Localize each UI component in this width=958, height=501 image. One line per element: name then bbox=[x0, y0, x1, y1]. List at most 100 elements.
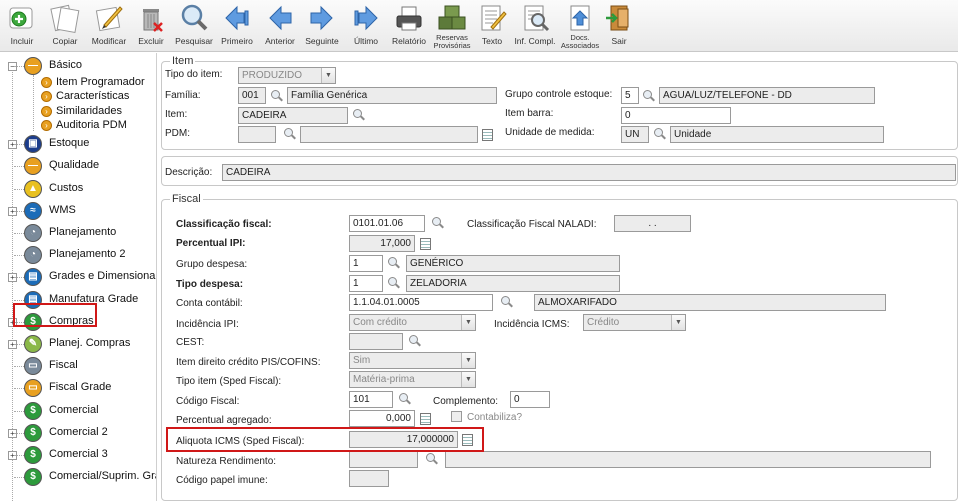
info-icon bbox=[520, 3, 550, 33]
agregado-note-icon[interactable] bbox=[420, 413, 431, 425]
familia-search-icon[interactable] bbox=[270, 89, 284, 103]
sidebar-item-comercial[interactable]: $ Comercial bbox=[0, 400, 156, 422]
classificacao-field[interactable]: 0101.01.06 bbox=[349, 215, 425, 232]
chevron-down-icon: ▼ bbox=[461, 372, 475, 387]
sidebar-item-comercial-3[interactable]: + $ Comercial 3 bbox=[0, 444, 156, 466]
copiar-button[interactable]: Copiar bbox=[48, 3, 82, 51]
printer-icon bbox=[394, 3, 424, 33]
sidebar-subitem-auditoria-pdm[interactable]: › Auditoria PDM bbox=[0, 119, 156, 133]
incidencia-ipi-select[interactable]: Com crédito ▼ bbox=[349, 314, 476, 331]
natureza-search-icon[interactable] bbox=[425, 452, 439, 466]
complemento-field[interactable]: 0 bbox=[510, 391, 550, 408]
pdm-code-field[interactable] bbox=[238, 126, 276, 143]
naladi-field[interactable]: . . bbox=[614, 215, 691, 232]
conta-contabil-search-icon[interactable] bbox=[500, 295, 514, 309]
incidencia-icms-select[interactable]: Crédito ▼ bbox=[583, 314, 686, 331]
arrow-right-icon: › bbox=[41, 91, 52, 103]
cest-field[interactable] bbox=[349, 333, 403, 350]
tipo-despesa-search-icon[interactable] bbox=[387, 276, 401, 290]
pdm-note-icon[interactable] bbox=[482, 129, 493, 141]
grupo-despesa-desc-field: GENÉRICO bbox=[406, 255, 620, 272]
unidade-code-field[interactable]: UN bbox=[621, 126, 649, 143]
chevron-down-icon: ▼ bbox=[461, 315, 475, 330]
sidebar-item-planej-compras[interactable]: + ✎ Planej. Compras bbox=[0, 333, 156, 355]
pesquisar-button[interactable]: Pesquisar bbox=[174, 3, 214, 51]
unidade-desc-field: Unidade bbox=[670, 126, 884, 143]
sidebar-item-label: Planejamento bbox=[49, 226, 117, 238]
add-icon bbox=[7, 3, 37, 33]
sidebar-item-planejamento[interactable]: ◔ Planejamento bbox=[0, 222, 156, 244]
sidebar-item-comercial-suprim-grade[interactable]: $ Comercial/Suprim. Grade bbox=[0, 466, 156, 488]
sidebar-item-planejamento-2[interactable]: ◔ Planejamento 2 bbox=[0, 244, 156, 266]
grupo-search-icon[interactable] bbox=[642, 89, 656, 103]
previous-icon bbox=[265, 3, 295, 33]
chevron-down-icon: ▼ bbox=[321, 68, 335, 83]
item-search-icon[interactable] bbox=[352, 108, 366, 122]
item-field[interactable]: CADEIRA bbox=[238, 107, 348, 124]
sidebar-subitem-label: Auditoria PDM bbox=[56, 119, 127, 132]
modificar-button[interactable]: Modificar bbox=[88, 3, 130, 51]
sidebar-item-custos[interactable]: ▲ Custos bbox=[0, 178, 156, 200]
tree-branch-line bbox=[14, 144, 24, 146]
tipo-sped-select[interactable]: Matéria-prima ▼ bbox=[349, 371, 476, 388]
tipo-item-label: Tipo do item: bbox=[165, 69, 223, 80]
sidebar-item-fiscal-grade[interactable]: ▭ Fiscal Grade bbox=[0, 377, 156, 399]
pdm-label: PDM: bbox=[165, 128, 190, 139]
grupo-despesa-code-field[interactable]: 1 bbox=[349, 255, 383, 272]
grupo-controle-label: Grupo controle estoque: bbox=[505, 89, 613, 100]
sidebar-item-estoque[interactable]: + ▣ Estoque bbox=[0, 133, 156, 155]
codigo-papel-imune-field[interactable] bbox=[349, 470, 389, 487]
tipo-despesa-code-field[interactable]: 1 bbox=[349, 275, 383, 292]
first-icon bbox=[222, 3, 252, 33]
costs-icon: ▲ bbox=[24, 179, 42, 198]
contabiliza-checkbox[interactable] bbox=[451, 411, 462, 422]
item-barra-field[interactable]: 0 bbox=[621, 107, 731, 124]
ultimo-button[interactable]: Último bbox=[348, 3, 384, 51]
ipi-note-icon[interactable] bbox=[420, 238, 431, 250]
sidebar-subitem-caracteristicas[interactable]: › Características bbox=[0, 90, 156, 104]
pdm-search-icon[interactable] bbox=[283, 127, 297, 141]
search-icon bbox=[179, 3, 209, 33]
sidebar-subitem-similaridades[interactable]: › Similaridades bbox=[0, 105, 156, 119]
sidebar-item-label: Fiscal Grade bbox=[49, 381, 112, 394]
sidebar-item-comercial-2[interactable]: + $ Comercial 2 bbox=[0, 422, 156, 444]
sidebar-item-qualidade[interactable]: — Qualidade bbox=[0, 155, 156, 177]
excluir-button[interactable]: Excluir bbox=[134, 3, 168, 51]
seguinte-button[interactable]: Seguinte bbox=[304, 3, 340, 51]
percentual-agregado-field[interactable]: 0,000 bbox=[349, 410, 415, 427]
descricao-field[interactable]: CADEIRA bbox=[222, 164, 956, 181]
familia-label: Família: bbox=[165, 90, 201, 101]
sidebar-item-label: Fiscal bbox=[49, 359, 78, 372]
sidebar-item-wms[interactable]: + ≈ WMS bbox=[0, 200, 156, 222]
incluir-button[interactable]: Incluir bbox=[4, 3, 40, 51]
sidebar-item-grades-e-dimensionais[interactable]: + ▤ Grades e Dimensionais bbox=[0, 266, 156, 288]
anterior-button[interactable]: Anterior bbox=[262, 3, 298, 51]
fiscal-icon: ▭ bbox=[24, 357, 42, 376]
familia-code-field[interactable]: 001 bbox=[238, 87, 266, 104]
sidebar-subitem-item-programador[interactable]: › Item Programador bbox=[0, 76, 156, 90]
cest-search-icon[interactable] bbox=[408, 334, 422, 348]
sidebar-item-basico[interactable]: − — Básico bbox=[0, 55, 156, 77]
conta-contabil-code-field[interactable]: 1.1.04.01.0005 bbox=[349, 294, 493, 311]
classificacao-search-icon[interactable] bbox=[431, 216, 445, 230]
relatorio-button[interactable]: Relatório bbox=[390, 3, 428, 51]
grupo-despesa-search-icon[interactable] bbox=[387, 256, 401, 270]
pis-cofins-select[interactable]: Sim ▼ bbox=[349, 352, 476, 369]
sidebar-item-label: Planej. Compras bbox=[49, 337, 131, 349]
tipo-item-select[interactable]: PRODUZIDO ▼ bbox=[238, 67, 336, 84]
percentual-ipi-field[interactable]: 17,000 bbox=[349, 235, 415, 252]
purchase-planning-icon: ✎ bbox=[24, 335, 42, 353]
reservas-provisorias-button[interactable]: Reservas Provisórias bbox=[430, 3, 474, 51]
contabiliza-label: Contabiliza? bbox=[467, 412, 523, 423]
inf-compl-button[interactable]: Inf. Compl. bbox=[512, 3, 558, 51]
docs-associados-button[interactable]: Docs. Associados bbox=[558, 3, 602, 51]
primeiro-button[interactable]: Primeiro bbox=[218, 3, 256, 51]
unidade-search-icon[interactable] bbox=[653, 127, 667, 141]
sair-button[interactable]: Sair bbox=[604, 3, 634, 51]
codigo-fiscal-field[interactable]: 101 bbox=[349, 391, 393, 408]
codigo-fiscal-search-icon[interactable] bbox=[398, 392, 412, 406]
grupo-code-field[interactable]: 5 bbox=[621, 87, 639, 104]
sidebar-item-fiscal[interactable]: ▭ Fiscal bbox=[0, 355, 156, 377]
texto-button[interactable]: Texto bbox=[476, 3, 508, 51]
natureza-code-field[interactable] bbox=[349, 451, 418, 468]
